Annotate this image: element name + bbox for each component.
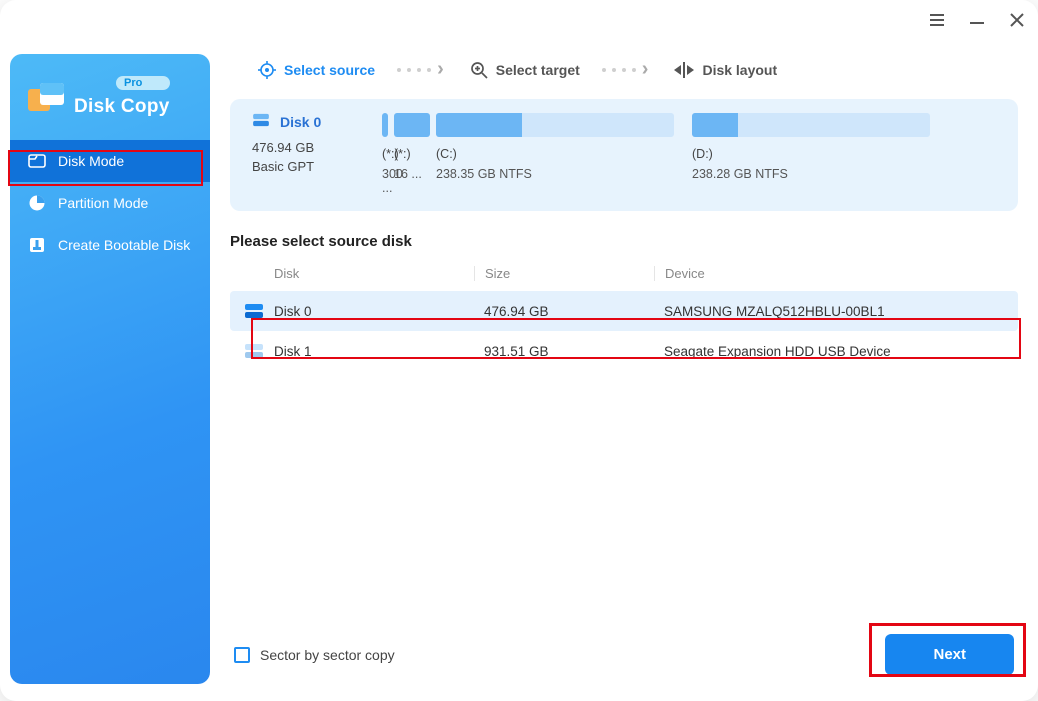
partition: (*:) 300 ...	[382, 113, 388, 195]
partition-label: (*:)	[394, 143, 430, 161]
partition: (C:) 238.35 GB NTFS	[436, 113, 674, 195]
menu-icon[interactable]	[928, 11, 946, 29]
disk-icon	[244, 343, 274, 359]
sector-by-sector-checkbox[interactable]: Sector by sector copy	[234, 647, 395, 663]
sidebar-item-partition-mode[interactable]: Partition Mode	[10, 182, 210, 224]
cell-disk: Disk 0	[274, 304, 474, 319]
disk-icon	[252, 113, 270, 130]
pro-badge: Pro	[116, 76, 170, 90]
cell-disk: Disk 1	[274, 344, 474, 359]
disk-icon	[244, 303, 274, 319]
cell-size: 476.94 GB	[474, 304, 654, 319]
sidebar-item-label: Create Bootable Disk	[58, 237, 190, 253]
disk-name: Disk 0	[280, 114, 321, 130]
partition: (D:) 238.28 GB NTFS	[692, 113, 930, 195]
cell-device: SAMSUNG MZALQ512HBLU-00BL1	[654, 304, 1018, 319]
sidebar-item-label: Partition Mode	[58, 195, 148, 211]
partition-bar	[382, 113, 388, 137]
layout-icon	[674, 62, 694, 78]
sidebar-item-label: Disk Mode	[58, 153, 124, 169]
partition-bar	[394, 113, 430, 137]
app-title: Disk Copy	[74, 96, 170, 118]
app-logo-icon	[28, 83, 64, 113]
partition-value: 16 ...	[394, 167, 430, 181]
partition-label: (*:)	[382, 143, 388, 161]
section-title: Please select source disk	[230, 233, 1018, 250]
table-header: Disk Size Device	[230, 258, 1018, 291]
checkbox-icon	[234, 647, 250, 663]
table-row[interactable]: Disk 0476.94 GBSAMSUNG MZALQ512HBLU-00BL…	[230, 291, 1018, 331]
cell-size: 931.51 GB	[474, 344, 654, 359]
close-button[interactable]	[1008, 11, 1026, 29]
partition-mode-icon	[28, 194, 46, 212]
disk-mode-icon	[28, 152, 46, 170]
partition: (*:) 16 ...	[394, 113, 430, 195]
crosshair-icon	[258, 61, 276, 79]
minimize-button[interactable]	[968, 11, 986, 29]
step-label: Select source	[284, 62, 375, 78]
sidebar-item-create-bootable[interactable]: Create Bootable Disk	[10, 224, 210, 266]
partition-value: 238.35 GB NTFS	[436, 167, 674, 181]
step-select-source[interactable]: Select source	[258, 61, 375, 79]
step-label: Disk layout	[702, 62, 777, 78]
brand: Pro Disk Copy	[10, 72, 210, 140]
source-disk-table: Disk Size Device Disk 0476.94 GBSAMSUNG …	[230, 258, 1018, 371]
step-disk-layout[interactable]: Disk layout	[674, 62, 777, 78]
col-disk: Disk	[274, 266, 474, 281]
partition-value: 238.28 GB NTFS	[692, 167, 930, 181]
step-label: Select target	[496, 62, 580, 78]
col-device: Device	[654, 266, 1018, 281]
sidebar-item-disk-mode[interactable]: Disk Mode	[10, 140, 210, 182]
partition-value: 300 ...	[382, 167, 388, 195]
partition-bar	[692, 113, 930, 137]
disk-size: 476.94 GB	[252, 140, 362, 155]
disk-type: Basic GPT	[252, 159, 362, 174]
partition-label: (D:)	[692, 143, 930, 161]
step-select-target[interactable]: Select target	[470, 61, 580, 79]
table-row[interactable]: Disk 1931.51 GBSeagate Expansion HDD USB…	[230, 331, 1018, 371]
cell-device: Seagate Expansion HDD USB Device	[654, 344, 1018, 359]
bootable-disk-icon	[28, 236, 46, 254]
search-icon	[470, 61, 488, 79]
partition-bar	[436, 113, 674, 137]
partition-label: (C:)	[436, 143, 674, 161]
disk-overview-panel: Disk 0 476.94 GB Basic GPT (*:)300 ...(*…	[230, 99, 1018, 211]
col-size: Size	[474, 266, 654, 281]
checkbox-label: Sector by sector copy	[260, 647, 395, 663]
step-separator-icon: ›	[397, 58, 448, 81]
step-separator-icon: ›	[602, 58, 653, 81]
next-button[interactable]: Next	[885, 634, 1014, 675]
